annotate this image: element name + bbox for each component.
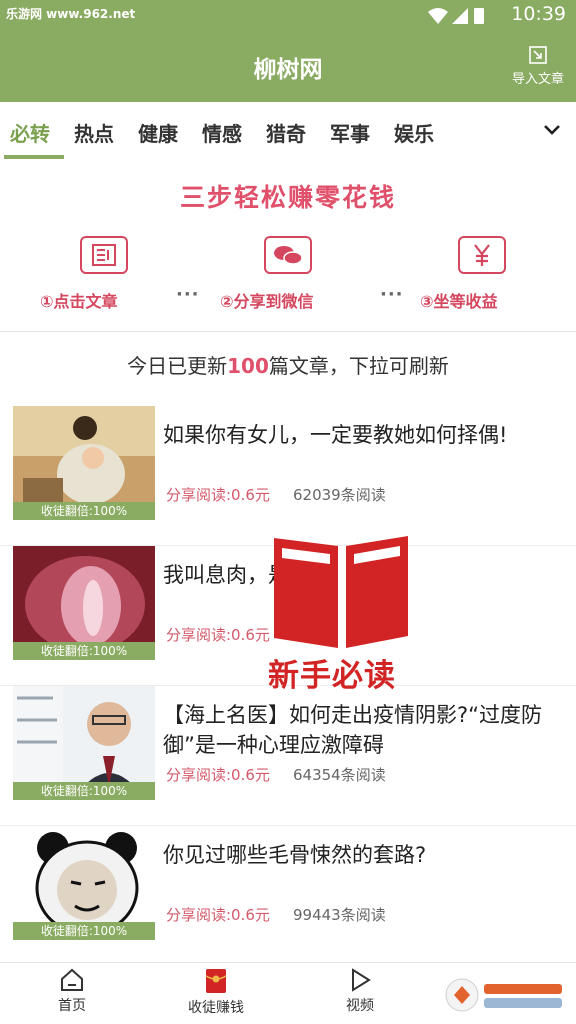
step-3-label: ③坐等收益 (420, 292, 498, 311)
article-item[interactable]: 收徒翻倍:100% 如果你有女儿，一定要教她如何择偶! 分享阅读:0.6元 62… (0, 406, 576, 546)
article-icon (80, 236, 128, 274)
article-reward: 分享阅读:0.6元 (166, 766, 270, 784)
chevron-down-icon[interactable] (542, 120, 562, 140)
clock: 10:39 (511, 3, 566, 25)
app-bar: 柳树网 导入文章 (0, 30, 576, 102)
beginner-guide-button[interactable]: 新手必读 (268, 530, 422, 700)
active-tab-indicator (4, 155, 64, 159)
site-logo (440, 974, 568, 1016)
step-1-label: ①点击文章 (40, 292, 118, 311)
red-envelope-icon (205, 969, 227, 993)
article-badge: 收徒翻倍:100% (13, 922, 155, 940)
tab-health[interactable]: 健康 (138, 118, 178, 147)
step-separator: ··· (176, 284, 200, 305)
import-article-label: 导入文章 (511, 72, 564, 87)
article-thumbnail: 收徒翻倍:100% (13, 686, 155, 800)
article-badge: 收徒翻倍:100% (13, 782, 155, 800)
play-icon (352, 968, 371, 992)
article-read-count: 64354条阅读 (293, 766, 386, 784)
status-icons (428, 6, 488, 24)
category-tabs: 必转 热点 健康 情感 猎奇 军事 娱乐 (0, 102, 576, 160)
article-title[interactable]: 【海上名医】如何走出疫情阴影?“过度防御”是一种心理应激障碍 (163, 700, 563, 760)
wifi-icon (428, 8, 448, 24)
tab-bizhuan[interactable]: 必转 (10, 118, 50, 147)
battery-icon (474, 8, 484, 24)
article-reward: 分享阅读:0.6元 (166, 906, 270, 924)
article-badge: 收徒翻倍:100% (13, 642, 155, 660)
import-article-button[interactable]: 导入文章 (508, 44, 568, 87)
yen-icon (458, 236, 506, 274)
refresh-hint: 今日已更新100篇文章，下拉可刷新 (127, 354, 449, 378)
step-2-label: ②分享到微信 (220, 292, 314, 311)
nav-video[interactable]: 视频 (310, 967, 410, 1015)
tab-military[interactable]: 军事 (330, 118, 370, 147)
import-icon (529, 46, 547, 64)
tab-entertainment[interactable]: 娱乐 (394, 118, 434, 147)
app-title: 柳树网 (253, 57, 323, 83)
promo-banner[interactable]: 三步轻松赚零花钱 ①点击文章 ··· ②分享到微信 ··· ③坐等收益 (0, 160, 576, 332)
signal-icon (452, 8, 468, 24)
book-icon (274, 536, 408, 648)
article-read-count: 99443条阅读 (293, 906, 386, 924)
article-title[interactable]: 你见过哪些毛骨悚然的套路? (163, 840, 563, 870)
article-read-count: 62039条阅读 (293, 486, 386, 504)
updated-count: 100 (227, 354, 269, 378)
step-separator: ··· (380, 284, 404, 305)
wechat-icon (264, 236, 312, 274)
status-bar: 乐游网 www.962.net 10:39 (0, 0, 576, 30)
beginner-guide-label: 新手必读 (268, 658, 396, 694)
tab-emotion[interactable]: 情感 (202, 118, 242, 147)
article-reward: 分享阅读:0.6元 (166, 626, 270, 644)
article-thumbnail: 收徒翻倍:100% (13, 546, 155, 660)
tab-curious[interactable]: 猎奇 (266, 118, 306, 147)
bottom-navigation: 首页 收徒赚钱 视频 (0, 962, 576, 1024)
nav-recruit[interactable]: 收徒赚钱 (166, 967, 266, 1017)
article-badge: 收徒翻倍:100% (13, 502, 155, 520)
article-item[interactable]: 收徒翻倍:100% 【海上名医】如何走出疫情阴影?“过度防御”是一种心理应激障碍… (0, 686, 576, 826)
home-icon (61, 968, 83, 991)
nav-home[interactable]: 首页 (22, 967, 122, 1015)
watermark-text: 乐游网 www.962.net (6, 7, 136, 21)
article-title[interactable]: 如果你有女儿，一定要教她如何择偶! (163, 420, 563, 450)
tab-hot[interactable]: 热点 (74, 118, 114, 147)
article-item[interactable]: 收徒翻倍:100% 你见过哪些毛骨悚然的套路? 分享阅读:0.6元 99443条… (0, 826, 576, 966)
banner-headline: 三步轻松赚零花钱 (179, 183, 396, 212)
article-thumbnail: 收徒翻倍:100% (13, 406, 155, 520)
article-reward: 分享阅读:0.6元 (166, 486, 270, 504)
article-thumbnail: 收徒翻倍:100% (13, 826, 155, 940)
